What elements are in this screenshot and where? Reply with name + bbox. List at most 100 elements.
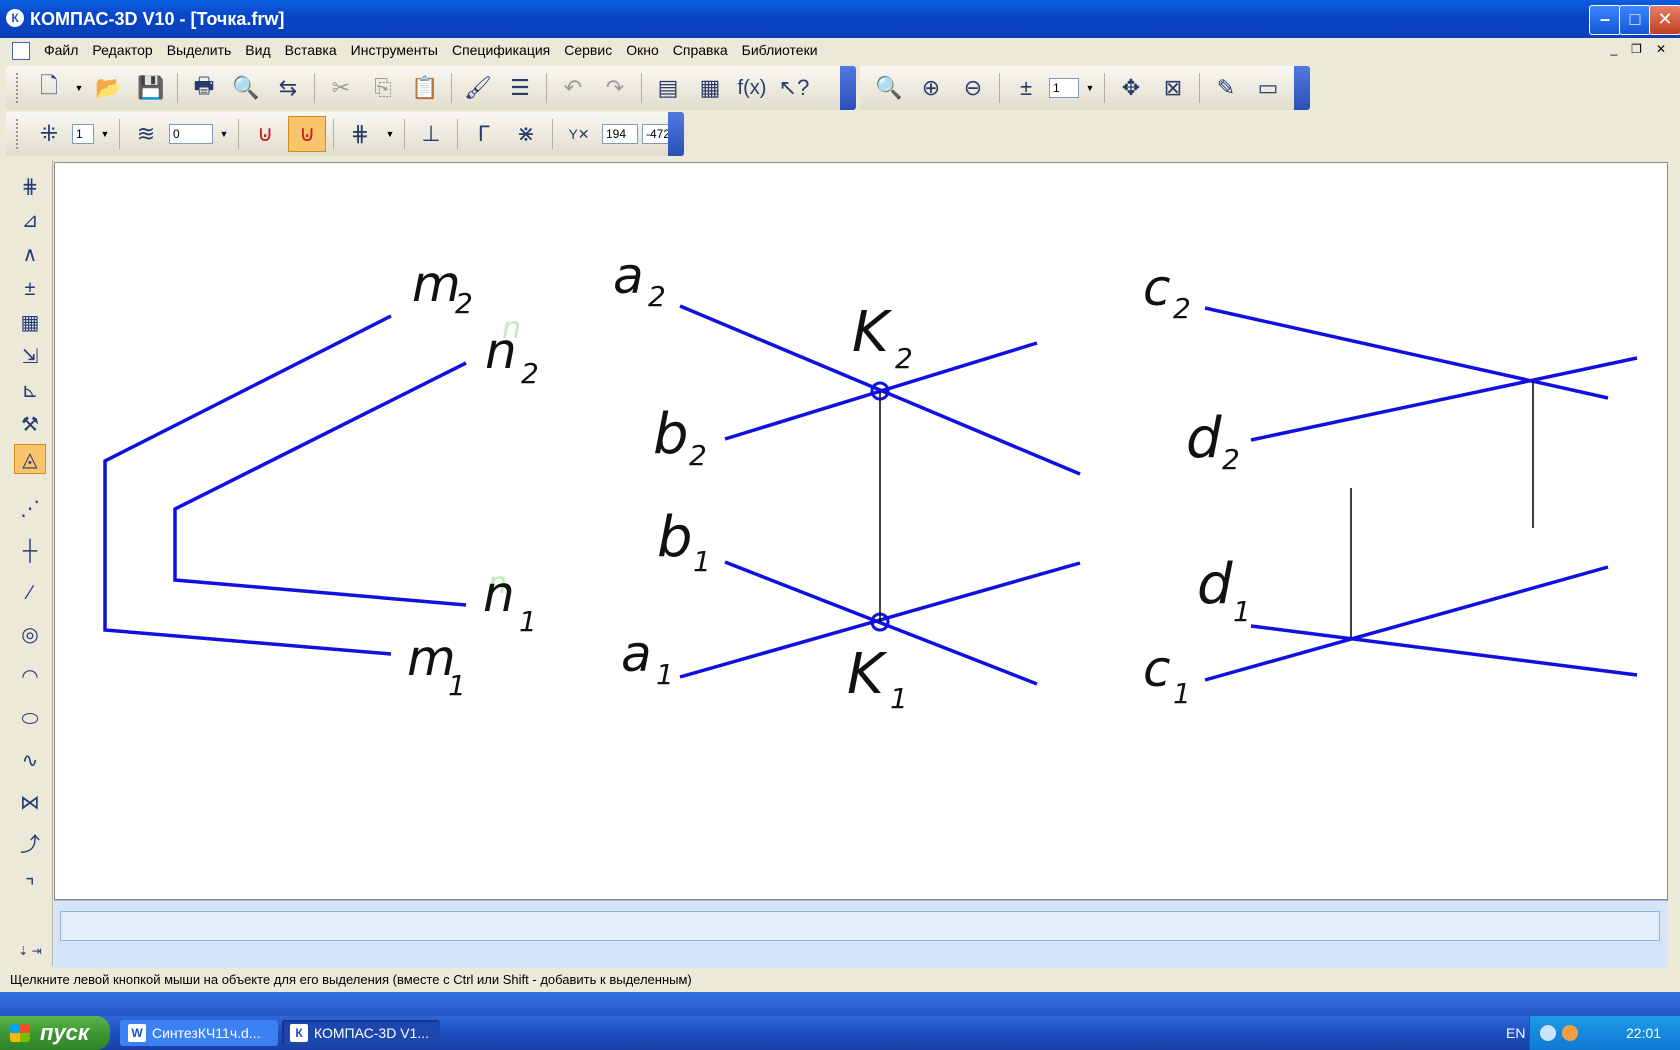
chamfer-tool-icon[interactable]: ⌝	[14, 872, 46, 902]
grid-icon[interactable]: ⋕	[341, 116, 379, 152]
minimize-button[interactable]: –	[1589, 5, 1621, 35]
menu-help[interactable]: Справка	[673, 42, 728, 58]
print-preview-icon[interactable]: 🔍	[227, 70, 265, 106]
panel-scroll-icon[interactable]: ⇣ ⇥	[14, 936, 46, 966]
refresh-icon[interactable]: ✎	[1207, 70, 1245, 106]
bezier-tool-icon[interactable]: ⤴	[14, 830, 46, 860]
label-k1-sub: 1	[890, 682, 908, 715]
auxiliary-line-icon[interactable]: ┼	[14, 536, 46, 566]
layers-icon[interactable]: ≋	[127, 116, 165, 152]
copy-properties-icon[interactable]: 🖌	[459, 70, 497, 106]
help-pointer-icon[interactable]: ↖?	[775, 70, 813, 106]
selection-panel-icon[interactable]: ⊾	[14, 376, 46, 406]
local-coordinates-icon[interactable]: ⊥	[412, 116, 450, 152]
circle-tool-icon[interactable]: ◎	[14, 620, 46, 650]
menu-select[interactable]: Выделить	[167, 42, 232, 58]
menu-view[interactable]: Вид	[245, 42, 270, 58]
label-m2: m	[412, 255, 461, 313]
line-m	[103, 314, 392, 656]
curve-edit-icon[interactable]: ⋇	[507, 116, 545, 152]
fx-variables-icon[interactable]: f(x)	[733, 70, 771, 106]
task-word-label: СинтезКЧ11ч.d...	[152, 1025, 261, 1041]
start-button[interactable]: пуск	[0, 1016, 110, 1050]
clock[interactable]: 22:01	[1626, 1016, 1661, 1050]
toolbar-grip[interactable]	[16, 73, 22, 103]
layer-field[interactable]: 0	[169, 124, 213, 144]
undo-icon[interactable]: ↶	[554, 70, 592, 106]
zoom-scale-icon[interactable]: ±	[1007, 70, 1045, 106]
designations-panel-icon[interactable]: ∧	[14, 240, 46, 270]
new-dropdown-icon[interactable]: ▼	[72, 79, 86, 97]
drawing-canvas[interactable]: n n m 2 n 2 n 1 m 1 a 2 K 2 b 2 b 1 a 1 …	[54, 162, 1668, 900]
document-manager-icon[interactable]: ⇆	[269, 70, 307, 106]
menu-libraries[interactable]: Библиотеки	[742, 42, 818, 58]
zoom-in-icon[interactable]: ⊕	[912, 70, 950, 106]
task-word-document[interactable]: W СинтезКЧ11ч.d...	[120, 1020, 278, 1046]
doc-restore-button[interactable]: ❐	[1631, 42, 1642, 56]
coord-x-field[interactable]: 194	[602, 124, 638, 144]
doc-close-button[interactable]: ✕	[1656, 42, 1666, 56]
zoom-window-icon[interactable]: 🔍	[870, 70, 908, 106]
close-button[interactable]: ✕	[1649, 5, 1680, 35]
grid-dropdown-icon[interactable]: ▼	[383, 125, 397, 143]
menu-file[interactable]: Файл	[44, 42, 78, 58]
redo-icon[interactable]: ↷	[596, 70, 634, 106]
network-tray-icon[interactable]	[1540, 1025, 1556, 1041]
print-icon[interactable]: 🖶	[185, 70, 223, 106]
kompas-task-icon: К	[290, 1024, 308, 1042]
segment-tool-icon[interactable]: ∕	[14, 578, 46, 608]
ellipse-tool-icon[interactable]: ⬭	[14, 704, 46, 734]
task-kompas[interactable]: К КОМПАС-3D V1...	[282, 1020, 440, 1046]
variables-icon[interactable]: ▦	[691, 70, 729, 106]
menu-tools[interactable]: Инструменты	[351, 42, 438, 58]
display-mode-icon[interactable]: ▭	[1249, 70, 1287, 106]
spline-tool-icon[interactable]: ∿	[14, 746, 46, 776]
zoom-scale-field[interactable]: 1	[1049, 78, 1079, 98]
parametrization-panel-icon[interactable]: ▦	[14, 308, 46, 338]
ortho-mode-icon[interactable]: Γ	[465, 116, 503, 152]
menu-service[interactable]: Сервис	[564, 42, 612, 58]
label-a2: a	[613, 247, 644, 305]
editing-panel-icon[interactable]: ±	[14, 274, 46, 304]
layer-dropdown-icon[interactable]: ▼	[217, 125, 231, 143]
property-field[interactable]	[60, 911, 1660, 941]
start-label: пуск	[40, 1020, 90, 1045]
spec-panel-icon[interactable]: ◬	[14, 444, 46, 474]
maximize-button[interactable]: □	[1619, 5, 1651, 35]
save-icon[interactable]: 💾	[132, 70, 170, 106]
zoom-dropdown-icon[interactable]: ▼	[1083, 79, 1097, 97]
cursor-step-icon[interactable]: ⁜	[30, 116, 68, 152]
hammer-panel-icon[interactable]: ⚒	[14, 410, 46, 440]
view-toolbar-options-icon[interactable]	[1294, 66, 1310, 110]
geometry-panel-icon[interactable]: ⋕	[14, 172, 46, 202]
menu-specification[interactable]: Спецификация	[452, 42, 550, 58]
open-folder-icon[interactable]: 📂	[90, 70, 128, 106]
zoom-out-icon[interactable]: ⊖	[954, 70, 992, 106]
menu-window[interactable]: Окно	[626, 42, 659, 58]
state-toolbar-options-icon[interactable]	[668, 112, 684, 156]
local-snap-magnet-icon[interactable]: ⊍	[288, 116, 326, 152]
properties-list-icon[interactable]: ☰	[501, 70, 539, 106]
dimensions-panel-icon[interactable]: ⊿	[14, 206, 46, 236]
measure-panel-icon[interactable]: ⇲	[14, 342, 46, 372]
step-dropdown-icon[interactable]: ▼	[98, 125, 112, 143]
toolbar-options-icon[interactable]	[840, 66, 856, 110]
menu-edit[interactable]: Редактор	[92, 42, 152, 58]
cut-icon[interactable]: ✂	[322, 70, 360, 106]
copy-icon[interactable]: ⎘	[364, 70, 402, 106]
app-tray-icon[interactable]	[1562, 1025, 1578, 1041]
doc-minimize-button[interactable]: _	[1610, 42, 1617, 56]
document-icon[interactable]	[12, 42, 30, 60]
paste-icon[interactable]: 📋	[406, 70, 444, 106]
point-tool-icon[interactable]: ⋰	[14, 494, 46, 524]
snap-magnet-icon[interactable]: ⊍	[246, 116, 284, 152]
new-document-icon[interactable]: 🗋	[30, 70, 68, 106]
polyline-tool-icon[interactable]: ⋈	[14, 788, 46, 818]
language-indicator[interactable]: EN	[1506, 1016, 1525, 1050]
arc-tool-icon[interactable]: ◠	[14, 662, 46, 692]
show-all-icon[interactable]: ⊠	[1154, 70, 1192, 106]
manager-library-icon[interactable]: ▤	[649, 70, 687, 106]
menu-insert[interactable]: Вставка	[285, 42, 337, 58]
pan-icon[interactable]: ✥	[1112, 70, 1150, 106]
step-field[interactable]: 1	[72, 124, 94, 144]
